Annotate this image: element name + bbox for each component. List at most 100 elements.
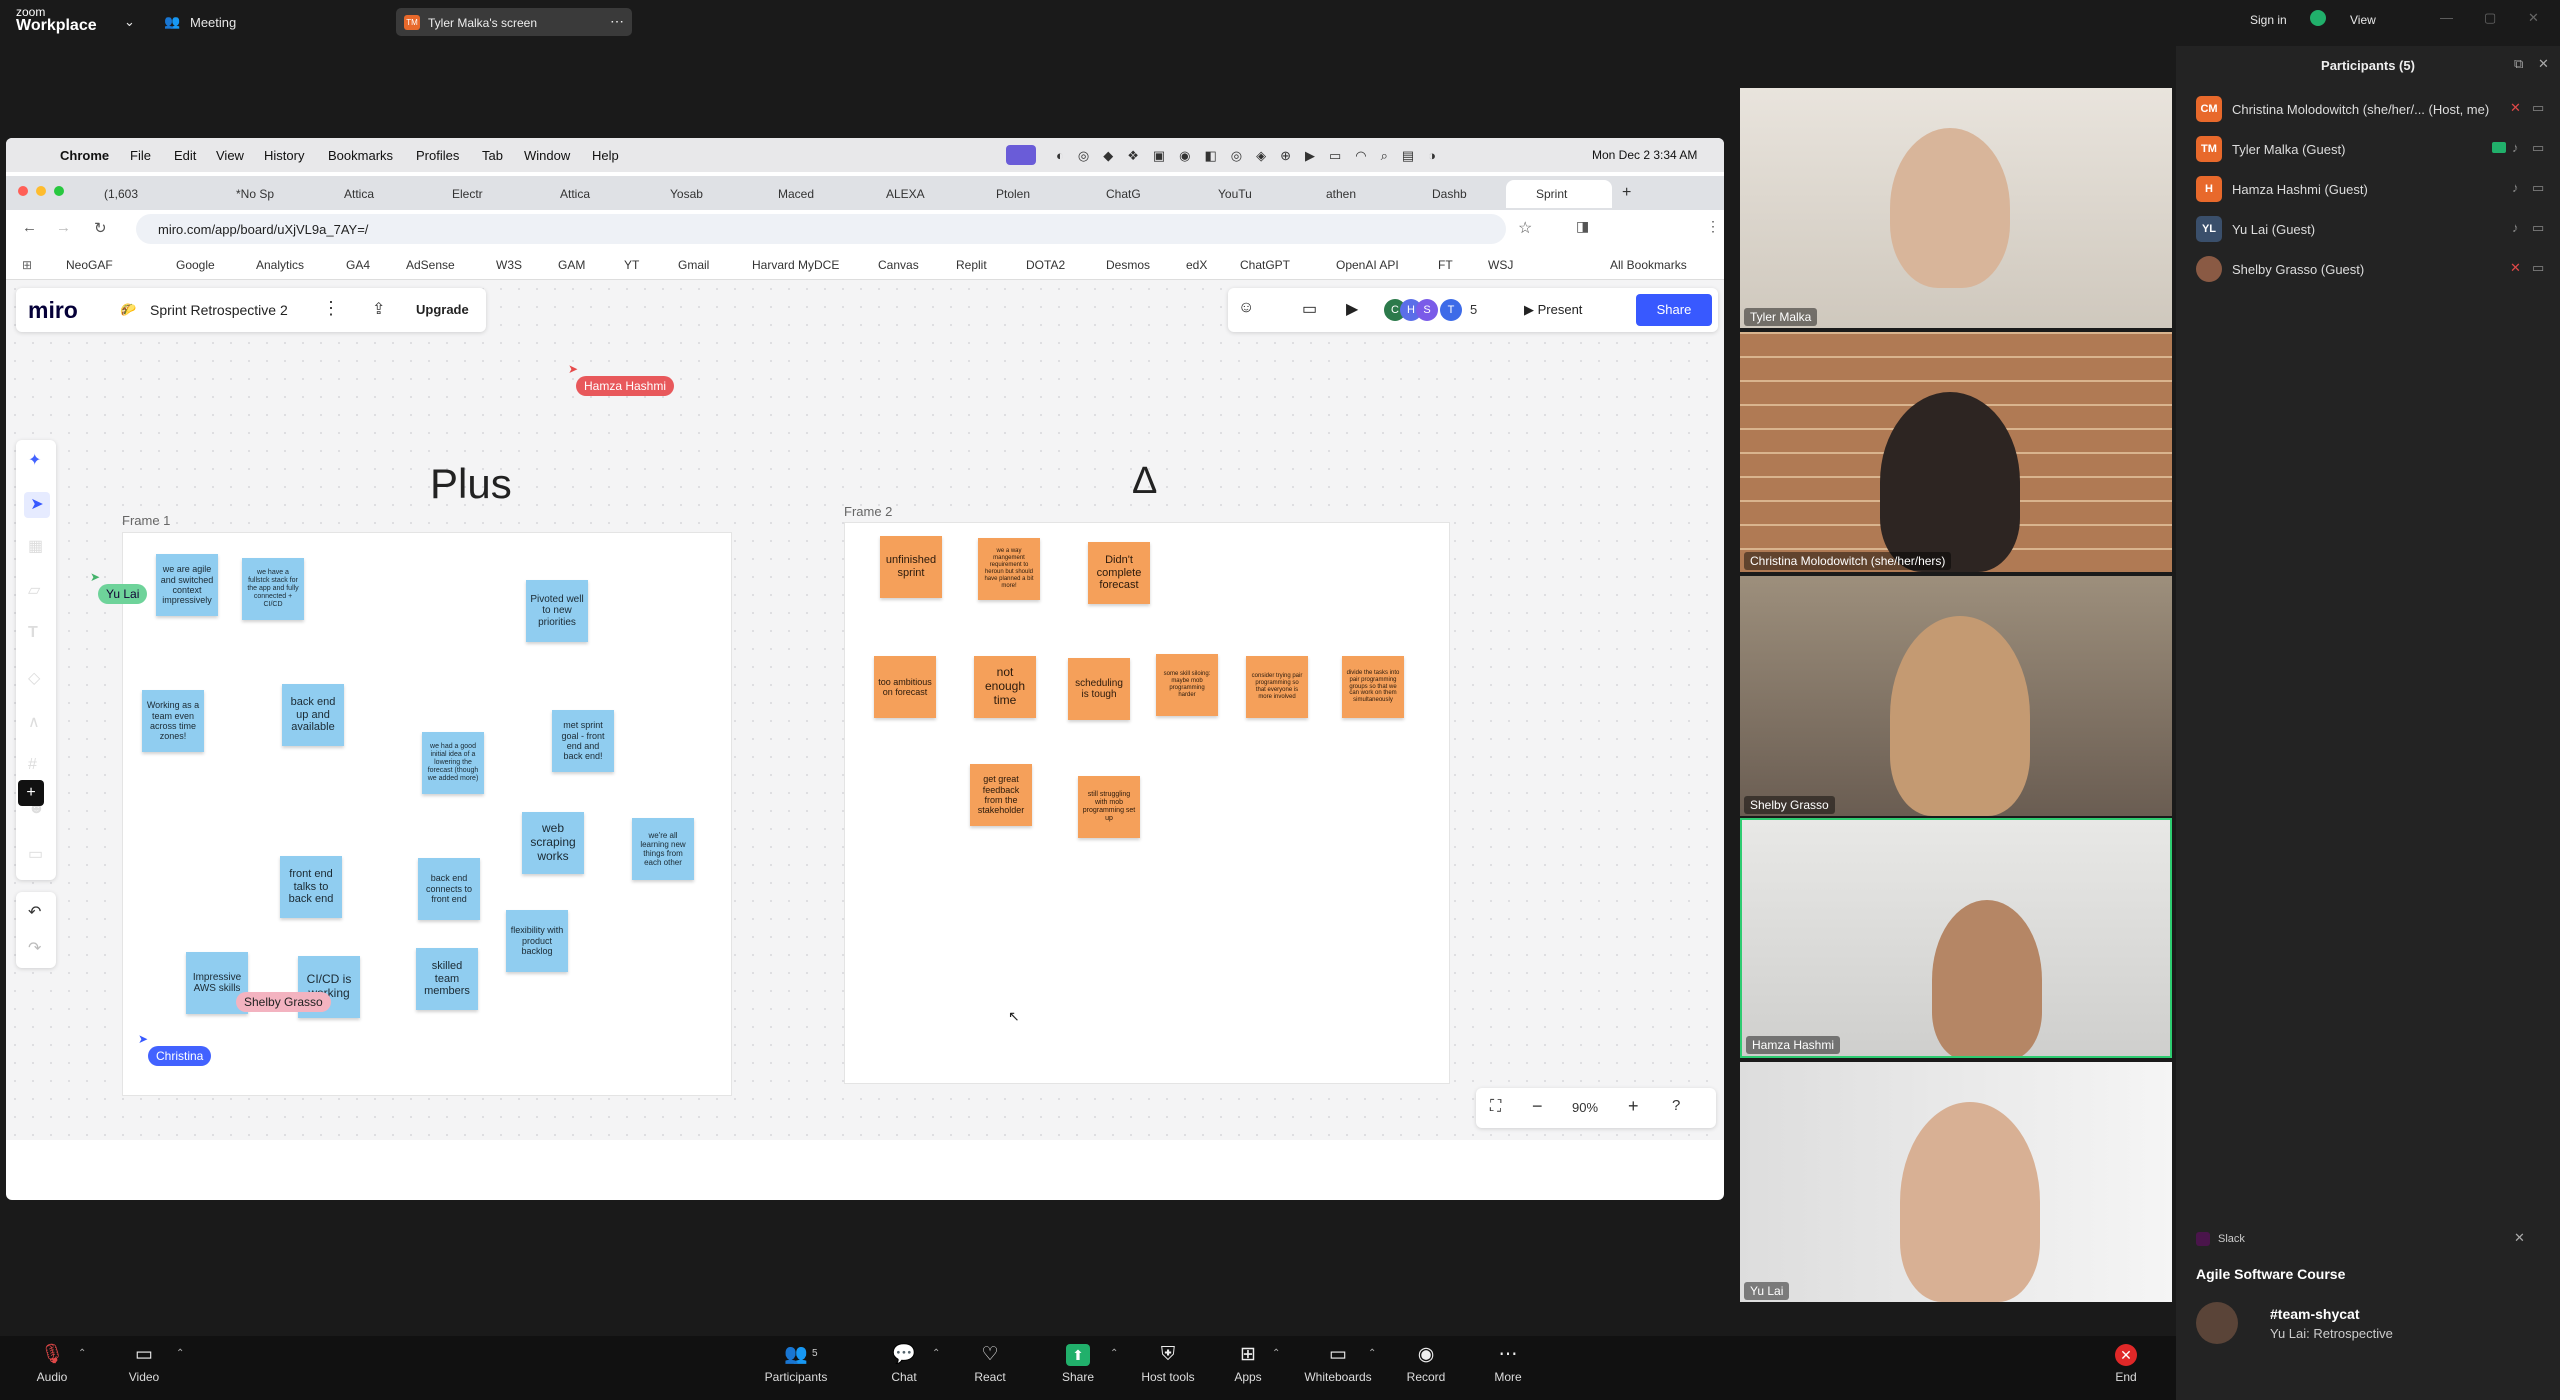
comment-icon[interactable]: ▭ bbox=[1302, 299, 1317, 319]
sticky-note[interactable]: back end up and available bbox=[282, 684, 344, 746]
close-notification-icon[interactable]: ✕ bbox=[2514, 1230, 2525, 1246]
video-tile-active-speaker[interactable]: Hamza Hashmi bbox=[1740, 818, 2172, 1058]
participant-row[interactable]: YL Yu Lai (Guest) ♪ ▭ bbox=[2196, 212, 2546, 248]
frame-delta[interactable] bbox=[844, 522, 1450, 1084]
minimize-window-icon[interactable] bbox=[36, 186, 46, 196]
camera-icon[interactable]: ▭ bbox=[2532, 100, 2544, 116]
frame-label[interactable]: Frame 2 bbox=[844, 504, 892, 519]
maximize-icon[interactable]: ▢ bbox=[2484, 10, 2496, 26]
sticky-note[interactable]: Didn't complete forecast bbox=[1088, 542, 1150, 604]
apps-grid-icon[interactable]: ⊞ bbox=[22, 258, 32, 272]
menu-chrome[interactable]: Chrome bbox=[60, 148, 109, 163]
sticky-note[interactable]: we are agile and switched context impres… bbox=[156, 554, 218, 616]
sticky-note[interactable]: Working as a team even across time zones… bbox=[142, 690, 204, 752]
menu-window[interactable]: Window bbox=[524, 148, 570, 163]
browser-tab[interactable]: Attica bbox=[344, 180, 374, 208]
sign-in-link[interactable]: Sign in bbox=[2250, 13, 2287, 27]
video-tile[interactable]: Shelby Grasso bbox=[1740, 576, 2172, 816]
bookmark[interactable]: ChatGPT bbox=[1240, 258, 1290, 272]
sticky-note[interactable]: we had a good initial idea of a lowering… bbox=[422, 732, 484, 794]
bookmark[interactable]: NeoGAF bbox=[66, 258, 113, 272]
present-button[interactable]: ▶ Present bbox=[1524, 302, 1582, 318]
popout-icon[interactable]: ⧉ bbox=[2514, 56, 2523, 72]
screen-share-chip[interactable]: TM Tyler Malka's screen ⋯ bbox=[396, 8, 632, 36]
browser-tab[interactable]: Dashb bbox=[1432, 180, 1467, 208]
bookmark[interactable]: Google bbox=[176, 258, 215, 272]
menu-help[interactable]: Help bbox=[592, 148, 619, 163]
board-menu-icon[interactable]: ⋮ bbox=[322, 298, 340, 319]
chevron-up-icon[interactable]: ⌃ bbox=[1368, 1348, 1376, 1359]
sticky-note[interactable]: we have a fullstck stack for the app and… bbox=[242, 558, 304, 620]
board-title[interactable]: Sprint Retrospective 2 bbox=[150, 302, 288, 318]
participant-row[interactable]: TM Tyler Malka (Guest) ♪ ▭ bbox=[2196, 132, 2546, 168]
sticky-note[interactable]: met sprint goal - front end and back end… bbox=[552, 710, 614, 772]
react-button[interactable]: ♡ React bbox=[950, 1344, 1030, 1384]
collaborator-count[interactable]: 5 bbox=[1470, 302, 1477, 317]
sticky-note[interactable]: get great feedback from the stakeholder bbox=[970, 764, 1032, 826]
camera-icon[interactable]: ▭ bbox=[2532, 260, 2544, 276]
video-tile[interactable]: Christina Molodowitch (she/her/hers) bbox=[1740, 332, 2172, 572]
browser-tab[interactable]: ChatG bbox=[1106, 180, 1141, 208]
help-icon[interactable]: ? bbox=[1672, 1097, 1680, 1114]
sticky-note[interactable]: flexibility with product backlog bbox=[506, 910, 568, 972]
sticky-note[interactable]: we're all learning new things from each … bbox=[632, 818, 694, 880]
sticky-note[interactable]: divide the tasks into pair programming g… bbox=[1342, 656, 1404, 718]
bookmark[interactable]: Harvard MyDCE bbox=[752, 258, 839, 272]
pen-icon[interactable]: ∧ bbox=[28, 712, 40, 732]
forward-icon[interactable]: → bbox=[56, 219, 71, 236]
zoom-in-icon[interactable]: + bbox=[1628, 1096, 1639, 1117]
more-icon[interactable]: ⋯ bbox=[610, 13, 624, 30]
muted-mic-icon[interactable]: ✕ bbox=[2510, 260, 2521, 276]
status-app-icon[interactable] bbox=[1006, 145, 1036, 165]
sticky-note[interactable]: some skill siloing: maybe mob programmin… bbox=[1156, 654, 1218, 716]
frame-tool-icon[interactable]: # bbox=[28, 756, 37, 774]
more-button[interactable]: ⋯ More bbox=[1468, 1344, 1548, 1384]
zoom-out-icon[interactable]: − bbox=[1532, 1096, 1543, 1117]
kebab-menu-icon[interactable]: ⋮ bbox=[1706, 218, 1720, 235]
delta-heading[interactable]: Δ bbox=[1132, 460, 1157, 503]
bookmark[interactable]: Desmos bbox=[1106, 258, 1150, 272]
back-icon[interactable]: ← bbox=[22, 219, 37, 236]
undo-icon[interactable]: ↶ bbox=[28, 902, 41, 922]
bookmark[interactable]: GA4 bbox=[346, 258, 370, 272]
sticky-note[interactable]: too ambitious on forecast bbox=[874, 656, 936, 718]
camera-icon[interactable]: ▭ bbox=[2532, 180, 2544, 196]
view-button[interactable]: View bbox=[2350, 13, 2376, 27]
browser-tab[interactable]: Maced bbox=[778, 180, 814, 208]
menu-history[interactable]: History bbox=[264, 148, 304, 163]
bookmark[interactable]: YT bbox=[624, 258, 639, 272]
close-panel-icon[interactable]: ✕ bbox=[2538, 56, 2549, 72]
add-icon[interactable]: + bbox=[18, 780, 44, 806]
templates-icon[interactable]: ▦ bbox=[28, 536, 43, 556]
plus-heading[interactable]: Plus bbox=[430, 460, 512, 508]
bookmark-star-icon[interactable]: ☆ bbox=[1518, 218, 1532, 238]
bookmark[interactable]: Analytics bbox=[256, 258, 304, 272]
shapes-icon[interactable]: ◇ bbox=[28, 668, 40, 688]
bookmark[interactable]: FT bbox=[1438, 258, 1453, 272]
bookmark[interactable]: DOTA2 bbox=[1026, 258, 1065, 272]
record-button[interactable]: ◉ Record bbox=[1386, 1344, 1466, 1384]
bookmark[interactable]: W3S bbox=[496, 258, 522, 272]
sticky-note-icon[interactable]: ▱ bbox=[28, 580, 40, 600]
chevron-up-icon[interactable]: ⌃ bbox=[1110, 1348, 1118, 1359]
menu-view[interactable]: View bbox=[216, 148, 244, 163]
chevron-up-icon[interactable]: ⌃ bbox=[932, 1348, 940, 1359]
chevron-down-icon[interactable]: ⌄ bbox=[124, 14, 135, 30]
bookmark[interactable]: AdSense bbox=[406, 258, 455, 272]
menu-file[interactable]: File bbox=[130, 148, 151, 163]
video-tile[interactable]: Tyler Malka bbox=[1740, 88, 2172, 328]
address-field[interactable]: miro.com/app/board/uXjVL9a_7AY=/ bbox=[136, 214, 1506, 244]
meeting-label[interactable]: Meeting bbox=[190, 15, 236, 30]
avatar[interactable]: S bbox=[1416, 299, 1438, 321]
bookmark[interactable]: WSJ bbox=[1488, 258, 1513, 272]
minimize-icon[interactable]: — bbox=[2440, 10, 2453, 25]
mic-icon[interactable]: ♪ bbox=[2512, 140, 2519, 155]
miro-logo[interactable]: miro bbox=[28, 297, 78, 324]
bookmark[interactable]: Replit bbox=[956, 258, 987, 272]
upgrade-button[interactable]: Upgrade bbox=[416, 302, 469, 317]
sticky-note[interactable]: scheduling is tough bbox=[1068, 658, 1130, 720]
all-bookmarks[interactable]: All Bookmarks bbox=[1610, 258, 1687, 272]
close-icon[interactable]: ✕ bbox=[2528, 10, 2539, 26]
bookmark[interactable]: edX bbox=[1186, 258, 1207, 272]
bookmark[interactable]: Canvas bbox=[878, 258, 919, 272]
